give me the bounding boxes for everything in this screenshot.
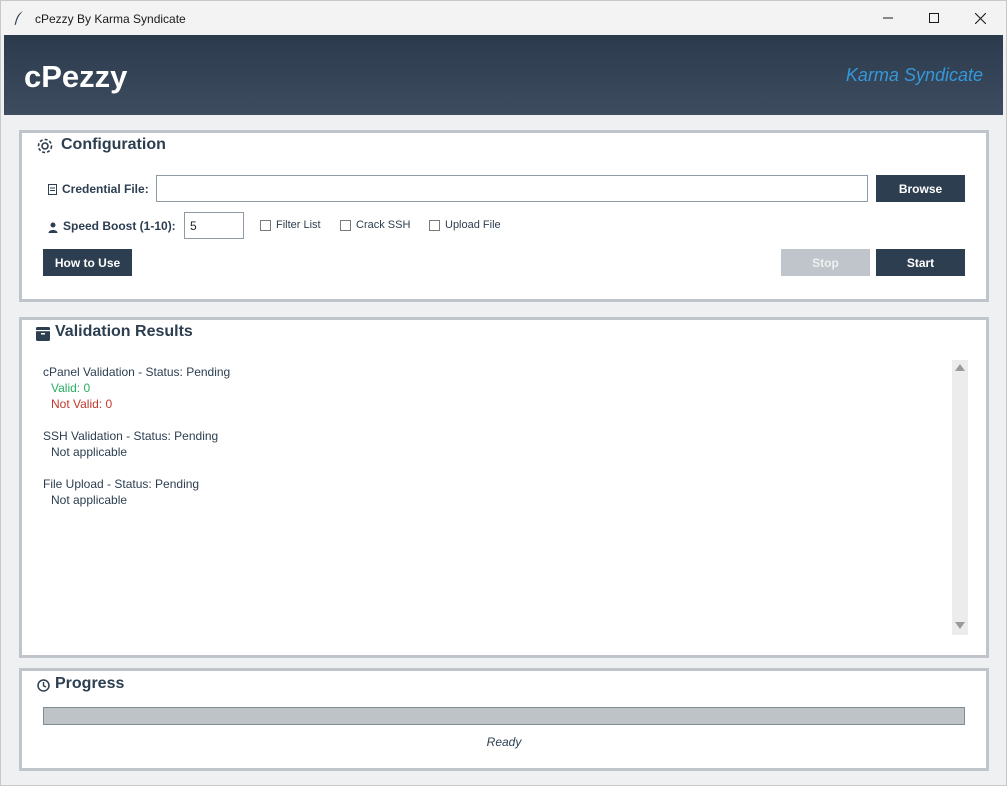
title-bar[interactable]: cPezzy By Karma Syndicate bbox=[1, 1, 1006, 35]
minimize-icon bbox=[883, 17, 893, 19]
checkbox-box[interactable] bbox=[429, 219, 440, 231]
maximize-icon bbox=[929, 13, 939, 23]
checkbox-box[interactable] bbox=[260, 219, 271, 231]
scroll-down-arrow-icon[interactable] bbox=[955, 622, 965, 629]
results-scrollbar[interactable] bbox=[952, 360, 968, 635]
progress-title: Progress bbox=[55, 675, 125, 692]
validation-results-panel: Validation Results cPanel Validation - S… bbox=[19, 317, 989, 658]
cpanel-status: cPanel Validation - Status: Pending bbox=[43, 365, 231, 379]
speed-boost-label: Speed Boost (1-10): bbox=[63, 219, 176, 233]
speed-boost-input[interactable]: 5 bbox=[184, 212, 244, 239]
minimize-button[interactable] bbox=[865, 1, 911, 35]
how-to-use-button[interactable]: How to Use bbox=[43, 249, 132, 276]
archive-box-icon bbox=[36, 327, 50, 341]
upload-file-label: Upload File bbox=[445, 219, 501, 231]
progress-bar bbox=[43, 707, 965, 725]
start-button[interactable]: Start bbox=[876, 249, 965, 276]
crack-ssh-checkbox[interactable]: Crack SSH bbox=[340, 219, 410, 231]
crack-ssh-label: Crack SSH bbox=[356, 219, 411, 231]
close-icon bbox=[974, 12, 986, 24]
browse-button[interactable]: Browse bbox=[876, 175, 965, 202]
app-header: cPezzy Karma Syndicate bbox=[4, 35, 1003, 115]
gear-icon bbox=[37, 138, 53, 154]
window-title: cPezzy By Karma Syndicate bbox=[35, 12, 186, 26]
credential-file-label: Credential File: bbox=[62, 182, 149, 196]
cpanel-valid-count: Valid: 0 bbox=[51, 381, 91, 395]
progress-status: Ready bbox=[486, 735, 522, 749]
credential-file-input[interactable] bbox=[156, 175, 868, 202]
app-window: cPezzy By Karma Syndicate cPezzy Karma S… bbox=[0, 0, 1007, 786]
ssh-detail: Not applicable bbox=[51, 445, 128, 459]
validation-results-title: Validation Results bbox=[55, 323, 193, 340]
file-icon bbox=[48, 184, 57, 195]
app-name: cPezzy bbox=[24, 59, 128, 94]
checkbox-box[interactable] bbox=[340, 219, 351, 231]
upload-file-checkbox[interactable]: Upload File bbox=[429, 219, 501, 231]
clock-icon bbox=[37, 679, 50, 692]
cpanel-not-valid-count: Not Valid: 0 bbox=[51, 397, 113, 411]
upload-status: File Upload - Status: Pending bbox=[43, 477, 200, 491]
configuration-title: Configuration bbox=[61, 136, 166, 153]
feather-icon bbox=[14, 11, 23, 26]
stop-button[interactable]: Stop bbox=[781, 249, 870, 276]
filter-list-label: Filter List bbox=[276, 219, 321, 231]
progress-panel: Progress Ready bbox=[19, 668, 989, 771]
filter-list-checkbox[interactable]: Filter List bbox=[260, 219, 321, 231]
scroll-up-arrow-icon[interactable] bbox=[955, 364, 965, 371]
maximize-button[interactable] bbox=[911, 1, 957, 35]
close-button[interactable] bbox=[957, 1, 1003, 35]
ssh-status: SSH Validation - Status: Pending bbox=[43, 429, 219, 443]
user-icon bbox=[48, 222, 58, 233]
configuration-panel: Configuration Credential File: Browse Sp… bbox=[19, 130, 989, 302]
upload-detail: Not applicable bbox=[51, 493, 128, 507]
brand-name: Karma Syndicate bbox=[845, 65, 983, 85]
